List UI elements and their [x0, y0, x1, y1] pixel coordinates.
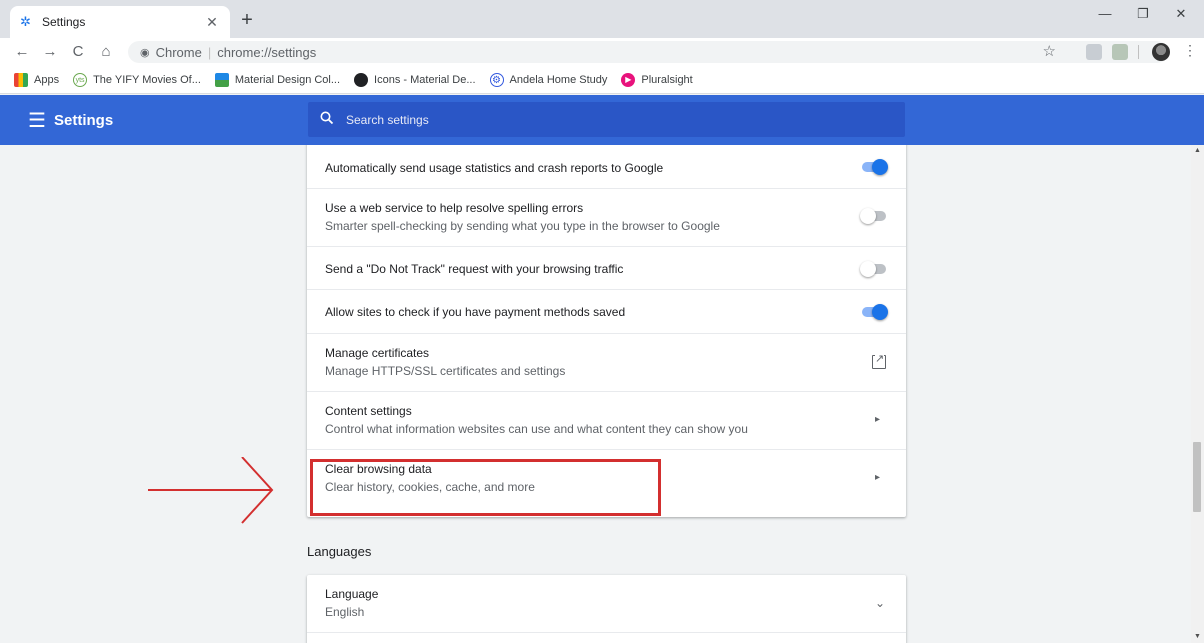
- spelling-toggle[interactable]: [860, 208, 890, 224]
- settings-row-language[interactable]: Language English ⌄: [307, 575, 906, 632]
- bookmark-andela[interactable]: ⚙ Andela Home Study: [489, 72, 608, 87]
- url-separator: |: [207, 44, 212, 60]
- settings-header: ☰ Settings: [0, 95, 1204, 145]
- bookmark-label: Material Design Col...: [234, 73, 341, 86]
- scroll-thumb[interactable]: [1193, 442, 1201, 512]
- forward-icon[interactable]: →: [40, 42, 60, 62]
- settings-row-next: [307, 632, 906, 643]
- bookmark-pluralsight[interactable]: ▶ Pluralsight: [621, 72, 693, 87]
- search-icon: [320, 111, 334, 128]
- open-in-new-icon[interactable]: [872, 352, 886, 369]
- row-subtitle: Smarter spell-checking by sending what y…: [325, 219, 720, 233]
- languages-card: Language English ⌄: [307, 575, 906, 643]
- bookmark-label: Icons - Material De...: [374, 73, 476, 86]
- avatar[interactable]: [1152, 43, 1170, 61]
- settings-row-manage-certificates[interactable]: Manage certificates Manage HTTPS/SSL cer…: [307, 333, 906, 391]
- settings-row-spelling[interactable]: Use a web service to help resolve spelli…: [307, 188, 906, 246]
- new-tab-button[interactable]: +: [236, 9, 258, 32]
- extension-pdf-icon[interactable]: [1086, 44, 1102, 60]
- home-icon[interactable]: ⌂: [96, 42, 116, 62]
- close-window-button[interactable]: ✕: [1162, 6, 1200, 26]
- extension-drive-icon[interactable]: [1112, 44, 1128, 60]
- tab-strip: ✲ Settings ✕ + — ❐ ✕: [0, 0, 1204, 38]
- search-input[interactable]: [346, 112, 886, 127]
- bookmark-yify[interactable]: yts The YIFY Movies Of...: [73, 72, 201, 87]
- reload-icon[interactable]: C: [68, 42, 88, 62]
- bookmark-label: Andela Home Study: [509, 73, 608, 86]
- settings-row-usage-stats[interactable]: Automatically send usage statistics and …: [307, 145, 906, 188]
- more-menu-icon[interactable]: ⋮: [1183, 42, 1197, 59]
- scroll-up-icon[interactable]: ▲: [1194, 147, 1201, 154]
- page-scrollbar[interactable]: ▲ ▼: [1191, 145, 1204, 643]
- chevron-right-icon: ▸: [875, 472, 881, 483]
- andela-icon: ⚙: [489, 72, 504, 87]
- row-title: Language: [325, 587, 379, 601]
- bookmark-label: The YIFY Movies Of...: [93, 73, 201, 86]
- bookmark-material-icons[interactable]: Icons - Material De...: [354, 72, 476, 87]
- site-chip: Chrome: [155, 44, 202, 60]
- minimize-button[interactable]: —: [1086, 6, 1124, 26]
- row-title: Automatically send usage statistics and …: [325, 161, 664, 175]
- payment-methods-toggle[interactable]: [860, 304, 890, 320]
- yify-icon: yts: [73, 72, 88, 87]
- annotation-highlight-box: [310, 459, 661, 516]
- row-title: Send a "Do Not Track" request with your …: [325, 262, 624, 276]
- row-subtitle: Manage HTTPS/SSL certificates and settin…: [325, 364, 566, 378]
- address-bar[interactable]: ◉ Chrome | chrome://settings ☆: [128, 41, 1168, 63]
- bookmark-star-icon[interactable]: ☆: [1043, 42, 1056, 60]
- pluralsight-icon: ▶: [621, 72, 636, 87]
- chevron-down-icon[interactable]: ⌄: [875, 596, 885, 610]
- settings-row-payment-methods[interactable]: Allow sites to check if you have payment…: [307, 289, 906, 333]
- url-text: chrome://settings: [217, 44, 317, 60]
- tab-settings[interactable]: ✲ Settings ✕: [10, 6, 230, 38]
- bookmark-apps[interactable]: Apps: [14, 72, 60, 87]
- bookmark-label: Apps: [34, 73, 60, 86]
- material-icons-icon: [354, 72, 369, 87]
- toolbar-divider: [1138, 45, 1139, 59]
- close-icon[interactable]: ✕: [204, 14, 220, 31]
- browser-toolbar: ← → C ⌂ ◉ Chrome | chrome://settings ☆ ⋮: [0, 38, 1204, 66]
- row-subtitle: English: [325, 605, 365, 619]
- chevron-right-icon: ▸: [875, 414, 881, 425]
- row-title: Manage certificates: [325, 346, 430, 360]
- chrome-site-icon: ◉: [140, 46, 150, 59]
- material-palette-icon: [214, 72, 229, 87]
- row-subtitle: Control what information websites can us…: [325, 422, 748, 436]
- annotation-arrow-icon: [148, 457, 274, 524]
- do-not-track-toggle[interactable]: [860, 261, 890, 277]
- row-title: Allow sites to check if you have payment…: [325, 305, 626, 319]
- bookmark-material-design[interactable]: Material Design Col...: [214, 72, 341, 87]
- apps-grid-icon: [14, 72, 28, 87]
- gear-icon: ✲: [20, 14, 31, 29]
- search-box[interactable]: [308, 102, 905, 137]
- bookmark-label: Pluralsight: [641, 73, 693, 86]
- usage-stats-toggle[interactable]: [860, 159, 890, 175]
- settings-row-content-settings[interactable]: Content settings Control what informatio…: [307, 391, 906, 449]
- scroll-down-icon[interactable]: ▼: [1194, 633, 1201, 640]
- row-title: Use a web service to help resolve spelli…: [325, 201, 584, 215]
- bookmarks-bar: Apps yts The YIFY Movies Of... Material …: [0, 66, 1204, 94]
- tab-title: Settings: [42, 15, 86, 29]
- menu-icon[interactable]: ☰: [28, 108, 46, 133]
- page-title: Settings: [54, 112, 114, 129]
- restore-button[interactable]: ❐: [1124, 6, 1162, 26]
- row-title: Content settings: [325, 404, 412, 418]
- settings-content: Automatically send usage statistics and …: [0, 145, 1204, 643]
- settings-row-do-not-track[interactable]: Send a "Do Not Track" request with your …: [307, 246, 906, 289]
- back-icon[interactable]: ←: [12, 42, 32, 62]
- section-title-languages: Languages: [307, 544, 372, 559]
